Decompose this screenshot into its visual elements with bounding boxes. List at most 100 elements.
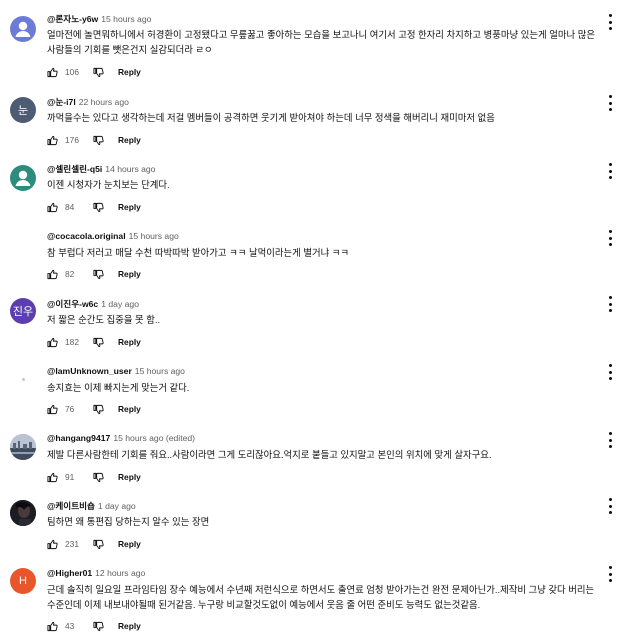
comment-text: 제발 다른사람한테 기회를 줘요..사람이라면 그게 도리잖아요.억지로 붙들고… <box>47 449 492 460</box>
comment-actions: 84 Reply <box>47 200 141 214</box>
dislike-icon[interactable] <box>93 67 104 78</box>
comment-header: @눈-i7l 22 hours ago <box>47 96 129 108</box>
like-icon[interactable] <box>47 337 58 348</box>
dislike-icon[interactable] <box>93 539 104 550</box>
comment-header: @이진우-w6c 1 day ago <box>47 298 139 310</box>
reply-button[interactable]: Reply <box>118 539 141 549</box>
like-count: 91 <box>65 472 75 482</box>
timestamp[interactable]: 15 hours ago <box>129 231 179 241</box>
author-handle[interactable]: @cocacola.original <box>47 231 126 241</box>
like-count: 176 <box>65 135 79 145</box>
comment-text: 이젠 시청자가 눈치보는 단계다. <box>47 179 170 190</box>
reply-button[interactable]: Reply <box>118 202 141 212</box>
reply-button[interactable]: Reply <box>118 404 141 414</box>
comment-header: @IamUnknown_user 15 hours ago <box>47 366 185 376</box>
comment-actions: 82 Reply <box>47 267 141 281</box>
comment-text: 팀하면 왜 통편집 당하는지 알수 있는 장면 <box>47 516 210 527</box>
avatar[interactable] <box>10 434 36 460</box>
like-icon[interactable] <box>47 539 58 550</box>
avatar[interactable]: 눈 <box>10 97 36 123</box>
comment-text: 참 부럽다 저러고 매달 수천 따박따박 받아가고 ㅋㅋ 날먹이라는게 별거냐 … <box>47 247 350 258</box>
author-handle[interactable]: @케이트비숍 <box>47 501 95 511</box>
more-actions-icon[interactable] <box>605 498 615 514</box>
like-icon[interactable] <box>47 202 58 213</box>
like-count: 106 <box>65 67 79 77</box>
comment-text: 근데 솔직히 일요일 프라임타임 장수 예능에서 수년째 저런식으로 하면서도 … <box>47 584 595 610</box>
author-handle[interactable]: @론자노-y6w <box>47 14 98 24</box>
like-count: 182 <box>65 337 79 347</box>
timestamp[interactable]: 14 hours ago <box>105 164 155 174</box>
like-count: 43 <box>65 621 75 631</box>
avatar[interactable] <box>10 16 36 42</box>
dislike-icon[interactable] <box>93 404 104 415</box>
dislike-icon[interactable] <box>93 621 104 632</box>
comment-header: @론자노-y6w 15 hours ago <box>47 13 151 25</box>
author-handle[interactable]: @이진우-w6c <box>47 299 98 309</box>
avatar[interactable] <box>10 500 36 526</box>
more-actions-icon[interactable] <box>605 163 615 179</box>
comment-actions: 176 Reply <box>47 133 141 147</box>
reply-button[interactable]: Reply <box>118 472 141 482</box>
timestamp[interactable]: 1 day ago <box>101 299 139 309</box>
avatar[interactable]: 진우 <box>10 298 36 324</box>
author-handle[interactable]: @눈-i7l <box>47 97 76 107</box>
comment-actions: 182 Reply <box>47 335 141 349</box>
dislike-icon[interactable] <box>93 202 104 213</box>
avatar[interactable] <box>10 366 36 392</box>
comment-actions: 231 Reply <box>47 537 141 551</box>
avatar[interactable] <box>10 232 36 258</box>
dislike-icon[interactable] <box>93 135 104 146</box>
comment-header: @케이트비숍 1 day ago <box>47 500 136 512</box>
avatar-initials: 눈 <box>17 105 29 117</box>
timestamp[interactable]: 15 hours ago <box>101 14 151 24</box>
dislike-icon[interactable] <box>93 337 104 348</box>
like-icon[interactable] <box>47 67 58 78</box>
timestamp[interactable]: 15 hours ago (edited) <box>113 433 195 443</box>
reply-button[interactable]: Reply <box>118 67 141 77</box>
timestamp[interactable]: 22 hours ago <box>79 97 129 107</box>
dislike-icon[interactable] <box>93 472 104 483</box>
reply-button[interactable]: Reply <box>118 621 141 631</box>
author-handle[interactable]: @hangang9417 <box>47 433 110 443</box>
comment-actions: 91 Reply <box>47 470 141 484</box>
comment-text: 저 짧은 순간도 집중을 못 함.. <box>47 314 161 325</box>
more-actions-icon[interactable] <box>605 95 615 111</box>
timestamp[interactable]: 1 day ago <box>98 501 136 511</box>
comment-header: @Higher01 12 hours ago <box>47 568 145 578</box>
timestamp[interactable]: 12 hours ago <box>95 568 145 578</box>
like-icon[interactable] <box>47 472 58 483</box>
reply-button[interactable]: Reply <box>118 269 141 279</box>
comment-text: 얼마전에 놀면뭐하니에서 허경환이 고정됐다고 무릎꿇고 좋아하는 모습을 보고… <box>47 29 595 55</box>
more-actions-icon[interactable] <box>605 432 615 448</box>
comment-header: @cocacola.original 15 hours ago <box>47 231 179 241</box>
like-count: 84 <box>65 202 75 212</box>
like-icon[interactable] <box>47 135 58 146</box>
author-handle[interactable]: @Higher01 <box>47 568 92 578</box>
reply-button[interactable]: Reply <box>118 337 141 347</box>
comment-header: @셀린셀린-q5i 14 hours ago <box>47 163 155 175</box>
avatar[interactable]: H <box>10 568 36 594</box>
comment-actions: 43 Reply <box>47 619 141 633</box>
more-actions-icon[interactable] <box>605 364 615 380</box>
timestamp[interactable]: 15 hours ago <box>135 366 185 376</box>
author-handle[interactable]: @IamUnknown_user <box>47 366 132 376</box>
like-count: 82 <box>65 269 75 279</box>
like-icon[interactable] <box>47 404 58 415</box>
avatar[interactable] <box>10 165 36 191</box>
dislike-icon[interactable] <box>93 269 104 280</box>
more-actions-icon[interactable] <box>605 14 615 30</box>
reply-button[interactable]: Reply <box>118 135 141 145</box>
comment-text: 까먹을수는 있다고 생각하는데 저걸 멤버들이 공격하면 웃기게 받아쳐야 하는… <box>47 112 495 123</box>
comment-actions: 106 Reply <box>47 65 141 79</box>
more-actions-icon[interactable] <box>605 566 615 582</box>
avatar-initials: 진우 <box>12 306 34 318</box>
comment-header: @hangang9417 15 hours ago (edited) <box>47 433 195 443</box>
comment-actions: 76 Reply <box>47 402 141 416</box>
avatar-initials: H <box>19 575 27 587</box>
more-actions-icon[interactable] <box>605 230 615 246</box>
author-handle[interactable]: @셀린셀린-q5i <box>47 164 102 174</box>
like-icon[interactable] <box>47 621 58 632</box>
like-icon[interactable] <box>47 269 58 280</box>
more-actions-icon[interactable] <box>605 296 615 312</box>
like-count: 231 <box>65 539 79 549</box>
